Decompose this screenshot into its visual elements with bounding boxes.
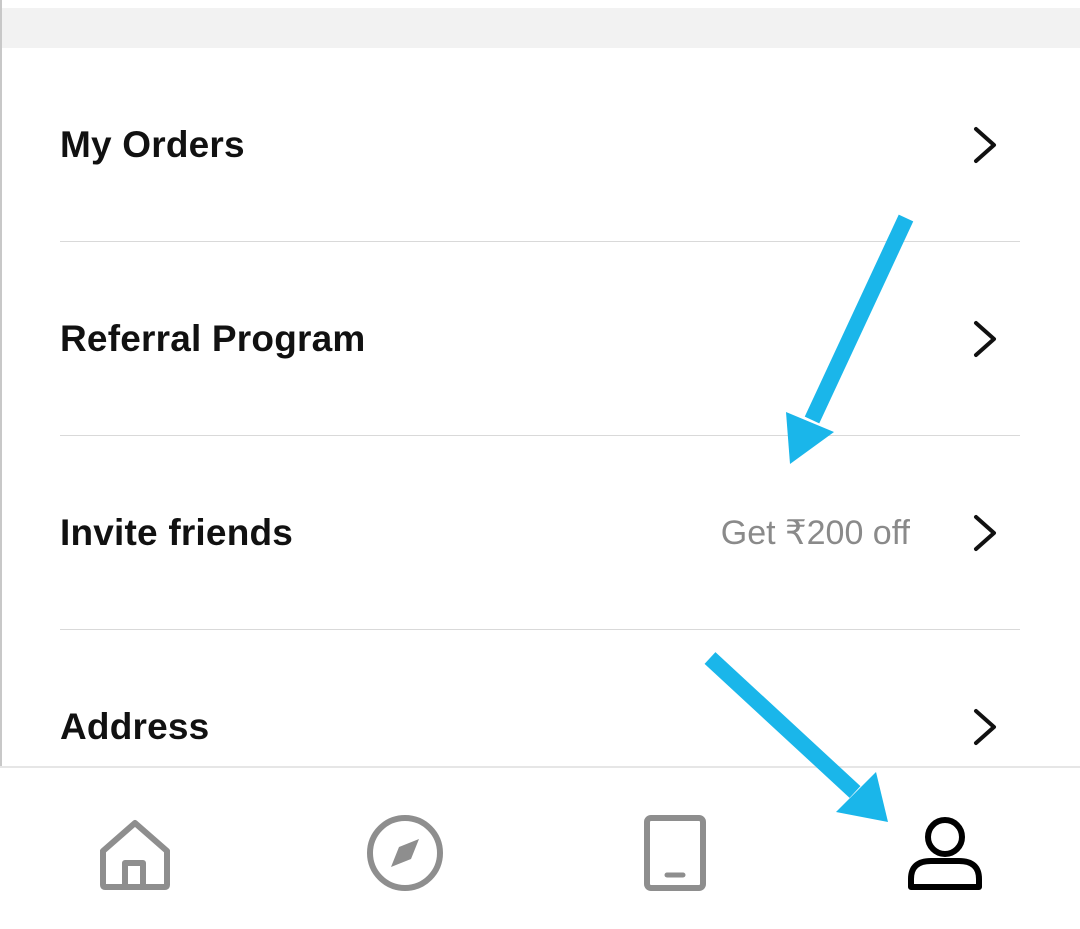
menu-item-label: Invite friends (60, 511, 294, 553)
nav-profile[interactable] (900, 808, 990, 898)
menu-item-referral-program[interactable]: Referral Program (60, 242, 1020, 436)
chevron-right-icon (974, 320, 996, 357)
account-menu: My Orders Referral Program Invite friend… (60, 48, 1020, 824)
top-strip-divider (530, 0, 550, 8)
nav-home[interactable] (90, 808, 180, 898)
menu-item-label: My Orders (60, 123, 245, 165)
profile-icon (908, 817, 982, 890)
top-header-strip (0, 0, 1080, 48)
menu-item-label: Address (60, 706, 210, 747)
tablet-icon (644, 815, 706, 891)
menu-item-label: Referral Program (60, 317, 366, 359)
menu-item-invite-friends[interactable]: Invite friends Get ₹200 off (60, 436, 1020, 630)
invite-offer-hint: Get ₹200 off (720, 513, 910, 552)
chevron-right-icon (974, 126, 996, 163)
nav-devices[interactable] (630, 808, 720, 898)
account-screen: My Orders Referral Program Invite friend… (0, 0, 1080, 929)
nav-explore[interactable] (360, 808, 450, 898)
compass-icon (367, 815, 443, 891)
bottom-navigation-bar (0, 766, 1080, 929)
chevron-right-icon (974, 709, 996, 745)
chevron-right-icon (974, 514, 996, 551)
home-icon (100, 820, 170, 890)
menu-item-my-orders[interactable]: My Orders (60, 48, 1020, 242)
